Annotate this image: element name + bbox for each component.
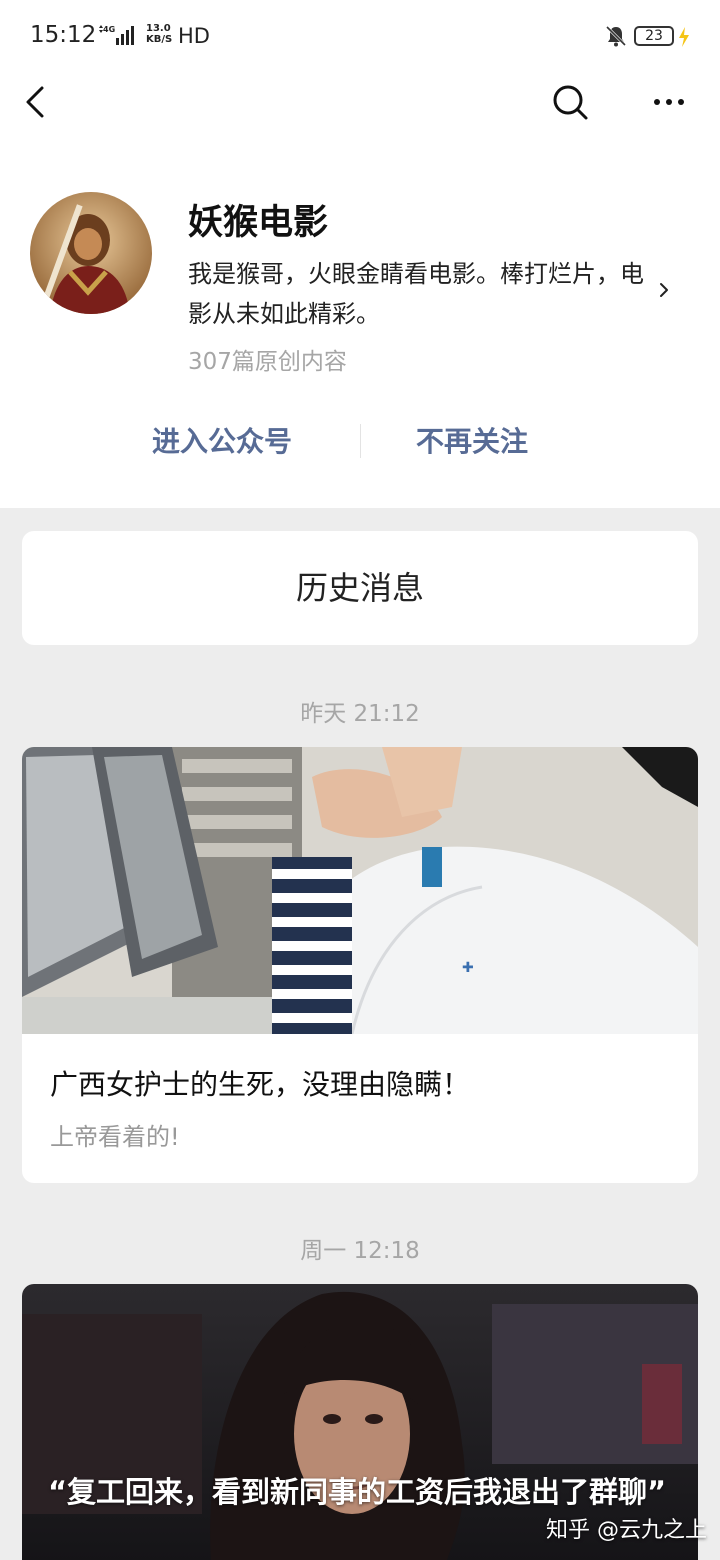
top-nav [0, 72, 720, 132]
svg-text:✚: ✚ [462, 960, 474, 976]
battery-indicator: 23 [634, 26, 674, 46]
account-name: 妖猴电影 [188, 203, 329, 243]
article-timestamp: 昨天 21:12 [300, 701, 420, 727]
original-count: 307篇原创内容 [188, 349, 347, 375]
account-description[interactable]: 我是猴哥，火眼金睛看电影。棒打烂片，电影从未如此精彩。 [188, 254, 658, 334]
back-icon[interactable] [20, 82, 54, 122]
watermark: 知乎 @云九之上 [546, 1518, 707, 1543]
article-title: 广西女护士的生死，没理由隐瞒！ [50, 1068, 471, 1101]
speed-unit: KB/S [146, 34, 173, 45]
article-card[interactable]: ✚ 广西女护士的生死，没理由隐瞒！ 上帝看着的! [22, 747, 698, 1183]
account-profile: 妖猴电影 我是猴哥，火眼金睛看电影。棒打烂片，电影从未如此精彩。 307篇原创内… [0, 132, 720, 508]
signal-icon: 4G [99, 25, 134, 45]
history-messages-card[interactable]: 历史消息 [22, 531, 698, 645]
network-speed: 13.0 KB/S [146, 23, 172, 45]
charging-icon [679, 27, 689, 47]
avatar[interactable] [30, 192, 152, 314]
article-timestamp: 周一 12:18 [300, 1238, 420, 1264]
status-time: 15:12 [30, 22, 97, 48]
status-bar: 15:12 4G 13.0 KB/S HD 23 [0, 0, 720, 72]
bell-muted-icon [605, 25, 627, 47]
hd-indicator: HD [178, 24, 210, 48]
button-divider [360, 424, 361, 458]
article-cover-image: ✚ [22, 747, 698, 1034]
more-icon[interactable] [646, 82, 692, 122]
article-title: “复工回来，看到新同事的工资后我退出了群聊” [48, 1475, 667, 1509]
svg-text:4G: 4G [103, 25, 115, 34]
speed-value: 13.0 [146, 23, 171, 34]
enter-account-button[interactable]: 进入公众号 [152, 420, 292, 460]
chevron-right-icon[interactable] [654, 278, 674, 302]
search-icon[interactable] [548, 80, 592, 124]
article-digest: 上帝看着的! [50, 1123, 180, 1151]
unfollow-button[interactable]: 不再关注 [416, 420, 528, 460]
